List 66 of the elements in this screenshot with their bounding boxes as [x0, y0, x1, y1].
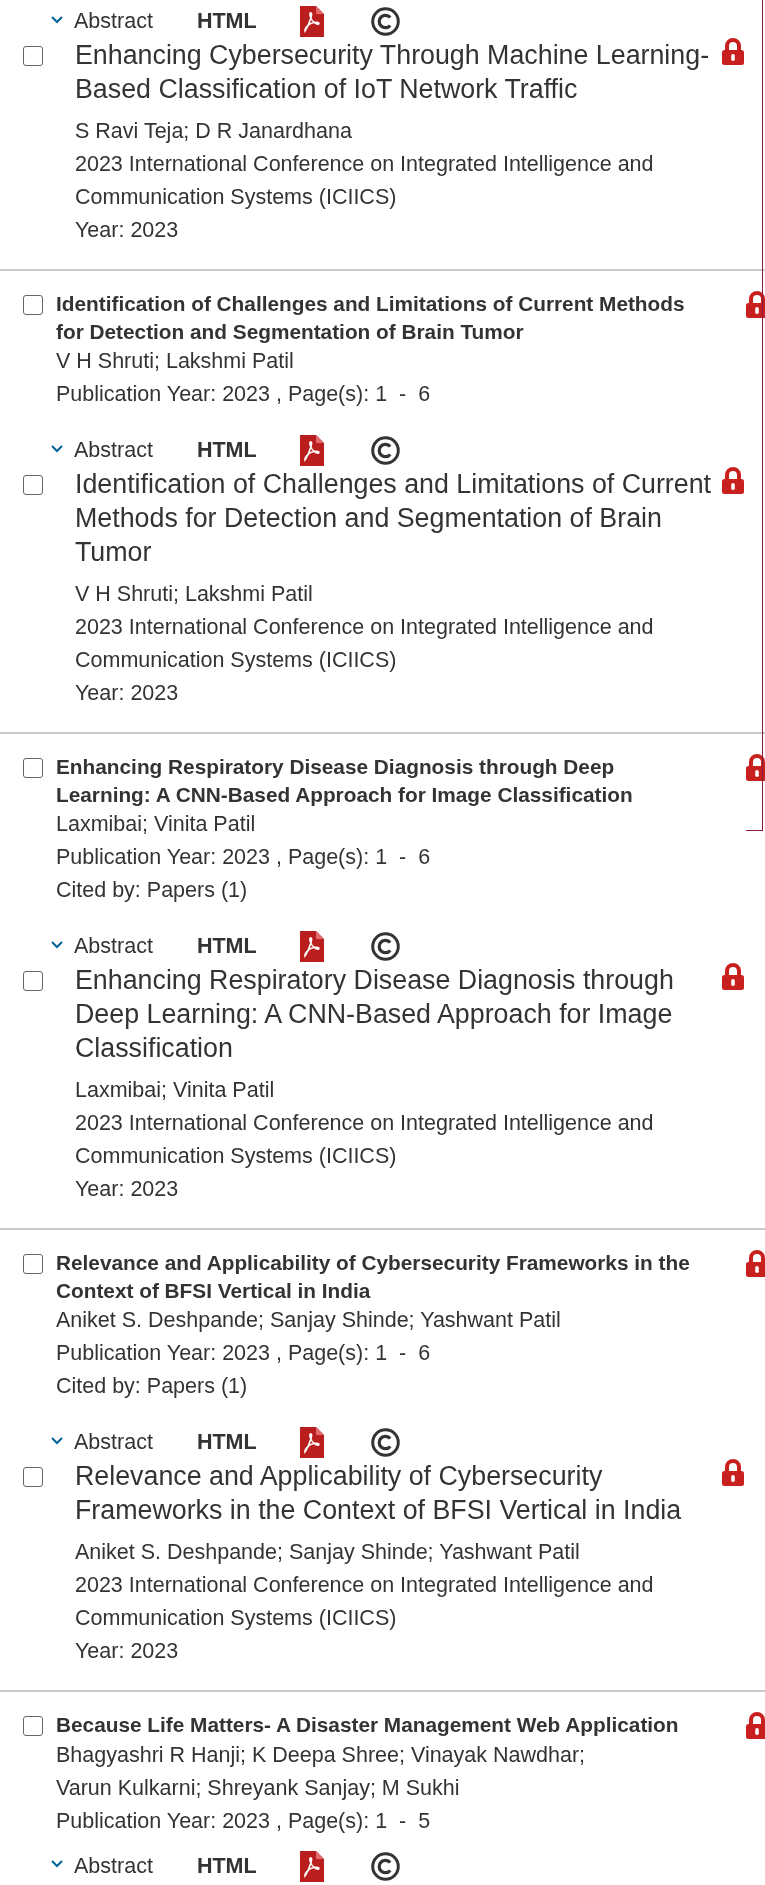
author-list: Laxmibai; Vinita Patil [56, 808, 636, 841]
checkbox[interactable] [23, 295, 43, 315]
checkbox[interactable] [23, 46, 43, 66]
abstract-toggle[interactable]: Abstract [51, 438, 153, 463]
venue-name: 2023 International Conference on Integrated Intelligence and Communication Systems (ICIICS) [75, 1572, 655, 1632]
pdf-icon[interactable] [299, 435, 324, 466]
abstract-toggle[interactable]: Abstract [51, 1853, 153, 1879]
lock-icon [745, 291, 765, 319]
author-list: V H Shruti; Lakshmi Patil [75, 578, 700, 611]
checkbox[interactable] [23, 475, 43, 495]
publication-year: Year: 2023 [75, 680, 180, 707]
html-link[interactable]: HTML [196, 934, 257, 959]
venue-name: 2023 International Conference on Integrated Intelligence and Communication Systems (ICIICS) [75, 1110, 655, 1170]
author-list: Laxmibai; Vinita Patil [75, 1074, 700, 1107]
lock-icon [721, 38, 745, 66]
lock-icon [745, 1250, 765, 1278]
lock-icon [745, 1712, 765, 1740]
copyright-icon[interactable] [370, 1428, 400, 1457]
checkbox[interactable] [23, 1467, 43, 1487]
result-title[interactable]: Enhancing Cybersecurity Through Machine Learning-Based Classification of IoT Network Traffic [75, 38, 717, 106]
publication-info: Publication Year: 2023 , Page(s): 1 - 6 [56, 381, 432, 408]
result-title[interactable]: Relevance and Applicability of Cybersecurity Frameworks in the Context of BFSI Vertical in India [56, 1249, 711, 1304]
result-title[interactable]: Identification of Challenges and Limitations of Current Methods for Detection and Segmentation of Brain Tumor [56, 290, 711, 345]
abstract-toggle[interactable]: Abstract [51, 9, 153, 34]
citation-count: Cited by: Papers (1) [56, 1373, 249, 1400]
copyright-icon[interactable] [370, 436, 400, 465]
checkbox[interactable] [23, 1254, 43, 1274]
author-list: S Ravi Teja; D R Janardhana [75, 115, 700, 148]
pdf-icon[interactable] [299, 931, 324, 962]
checkbox[interactable] [23, 758, 43, 778]
html-link[interactable]: HTML [196, 438, 257, 463]
publication-year: Year: 2023 [75, 217, 180, 244]
author-list: Bhagyashri R Hanji; K Deepa Shree; Vinayak Nawdhar; Varun Kulkarni; Shreyank Sanjay; M Sukhi [56, 1738, 636, 1805]
pdf-icon[interactable] [299, 6, 324, 37]
publication-info: Publication Year: 2023 , Page(s): 1 - 6 [56, 1340, 432, 1367]
result-title[interactable]: Enhancing Respiratory Disease Diagnosis through Deep Learning: A CNN-Based Approach for Image Classification [75, 963, 717, 1065]
html-link[interactable]: HTML [196, 1853, 257, 1879]
author-list: V H Shruti; Lakshmi Patil [56, 345, 636, 378]
abstract-toggle[interactable]: Abstract [51, 934, 153, 959]
result-title[interactable]: Because Life Matters- A Disaster Management Web Application [56, 1711, 711, 1739]
copyright-icon[interactable] [370, 7, 400, 36]
result-title[interactable]: Relevance and Applicability of Cybersecurity Frameworks in the Context of BFSI Vertical in India [75, 1459, 717, 1527]
pdf-icon[interactable] [299, 1850, 324, 1882]
html-link[interactable]: HTML [196, 9, 257, 34]
author-list: Aniket S. Deshpande; Sanjay Shinde; Yashwant Patil [56, 1304, 636, 1337]
publication-info: Publication Year: 2023 , Page(s): 1 - 6 [56, 844, 432, 871]
copyright-icon[interactable] [370, 1851, 400, 1881]
author-list: Aniket S. Deshpande; Sanjay Shinde; Yashwant Patil [75, 1536, 700, 1569]
lock-icon [745, 754, 765, 782]
result-title[interactable]: Enhancing Respiratory Disease Diagnosis through Deep Learning: A CNN-Based Approach for Image Classification [56, 753, 711, 808]
venue-name: 2023 International Conference on Integrated Intelligence and Communication Systems (ICIICS) [75, 151, 655, 211]
checkbox[interactable] [23, 1716, 43, 1736]
lock-icon [721, 1459, 745, 1487]
html-link[interactable]: HTML [196, 1430, 257, 1455]
lock-icon [721, 963, 745, 991]
lock-icon [721, 467, 745, 495]
venue-name: 2023 International Conference on Integrated Intelligence and Communication Systems (ICIICS) [75, 614, 655, 674]
pdf-icon[interactable] [299, 1427, 324, 1458]
abstract-toggle[interactable]: Abstract [51, 1430, 153, 1455]
publication-info: Publication Year: 2023 , Page(s): 1 - 5 [56, 1807, 432, 1835]
publication-year: Year: 2023 [75, 1176, 180, 1203]
result-title[interactable]: Identification of Challenges and Limitations of Current Methods for Detection and Segmentation of Brain Tumor [75, 467, 717, 569]
publication-year: Year: 2023 [75, 1638, 180, 1665]
copyright-icon[interactable] [370, 932, 400, 961]
checkbox[interactable] [23, 971, 43, 991]
citation-count: Cited by: Papers (1) [56, 877, 249, 904]
